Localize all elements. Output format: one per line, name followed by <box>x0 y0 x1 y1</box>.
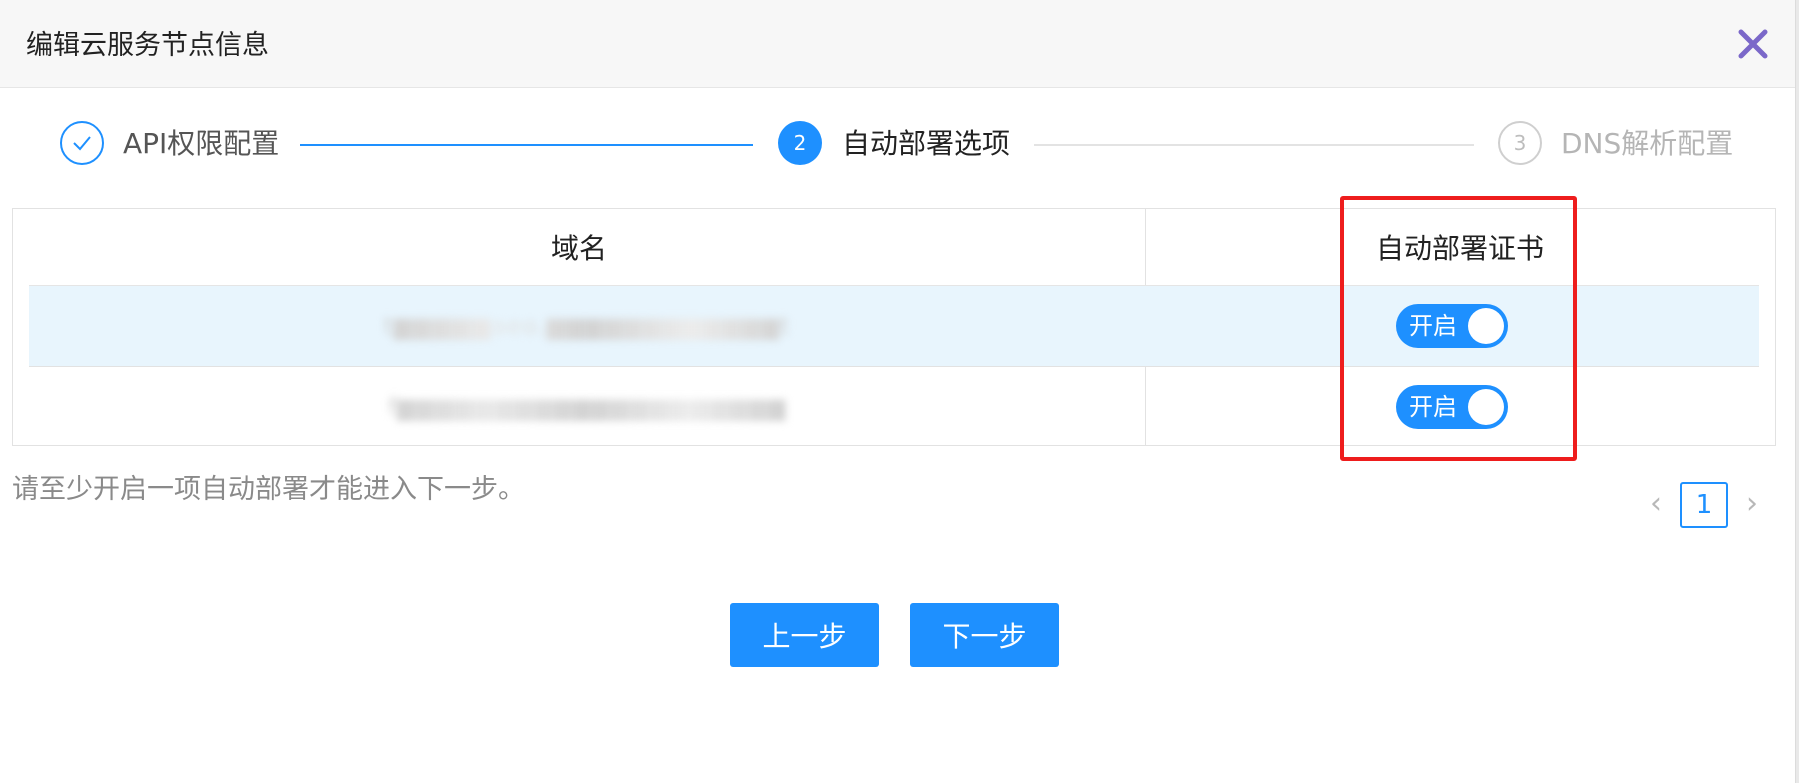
hint-text: 请至少开启一项自动部署才能进入下一步。 <box>12 474 525 505</box>
step-3-number: 3 <box>1498 121 1542 165</box>
dialog-title: 编辑云服务节点信息 <box>26 30 269 61</box>
annotation-highlight-box <box>1340 196 1577 461</box>
next-step-button[interactable]: 下一步 <box>910 603 1059 667</box>
step-1-check-icon <box>60 121 104 165</box>
step-2-number: 2 <box>778 121 822 165</box>
domain-text: t▆▆▆▆▆aeo.▆▆▆▆▆▆▆▆▆▆▆▆t <box>378 308 797 344</box>
column-header-domain: 域名 <box>550 232 607 265</box>
step-connector-1 <box>300 144 753 146</box>
close-icon[interactable] <box>1735 26 1771 62</box>
chevron-left-icon[interactable]: ‹ <box>1641 486 1671 522</box>
dialog-header: 编辑云服务节点信息 <box>0 0 1795 88</box>
edit-cloud-node-dialog: 编辑云服务节点信息 API权限配置 2 自动部署选项 3 DNS解析配置 域名 … <box>0 0 1796 783</box>
domain-cell: f▆▆▆▆▆▆▆▆▆▆▆▆▆▆▆▆▆▆▆▆ <box>29 367 1145 447</box>
step-3-title: DNS解析配置 <box>1561 127 1734 160</box>
previous-step-button[interactable]: 上一步 <box>730 603 879 667</box>
domain-cell: t▆▆▆▆▆aeo.▆▆▆▆▆▆▆▆▆▆▆▆t <box>29 286 1145 366</box>
domain-text: f▆▆▆▆▆▆▆▆▆▆▆▆▆▆▆▆▆▆▆▆ <box>382 389 793 425</box>
chevron-right-icon[interactable]: › <box>1737 486 1767 522</box>
page-number-button[interactable]: 1 <box>1680 482 1728 528</box>
step-connector-2 <box>1034 144 1474 146</box>
step-2-title: 自动部署选项 <box>842 127 1011 160</box>
step-1-title: API权限配置 <box>123 127 280 160</box>
